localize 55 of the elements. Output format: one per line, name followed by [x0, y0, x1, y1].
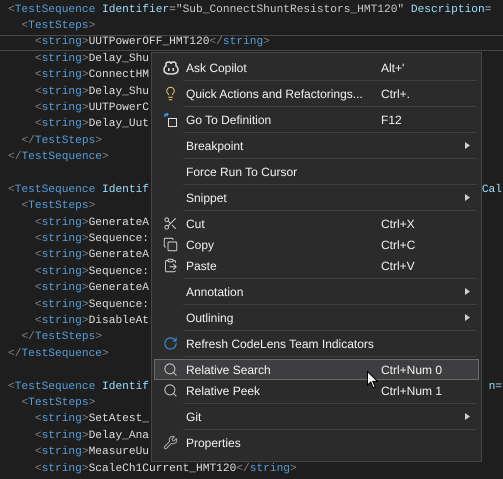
menu-item[interactable]: Breakpoint	[154, 135, 479, 156]
code-line: <string>ScaleCh1Current_HMT120</string>	[34, 464, 297, 475]
copy-icon	[163, 237, 178, 252]
refresh-icon	[163, 336, 178, 351]
menu-item[interactable]: Properties	[154, 432, 479, 453]
code-line: </TestSteps>	[20, 332, 102, 344]
code-line: <string>GenerateA	[34, 283, 150, 294]
code-line: <string>DisableAt	[34, 316, 150, 328]
menu-item[interactable]: Git	[154, 406, 479, 427]
menu-item[interactable]: Quick Actions and Refactorings... Ctrl+.	[154, 83, 479, 104]
code-line: <string>Delay_Shu	[34, 54, 150, 65]
code-line: <TestSequence Identif	[8, 184, 150, 196]
menu-item[interactable]: Relative Search Ctrl+Num 0	[154, 359, 479, 380]
wrench-icon	[163, 435, 178, 450]
code-line: </TestSteps>	[20, 136, 102, 147]
code-line: <string>Delay_Ana	[34, 430, 150, 442]
search-icon	[163, 362, 178, 377]
code-line: <string>Delay_Uut	[34, 119, 150, 131]
code-line: <string>GenerateA	[34, 218, 150, 229]
go-to-definition-icon	[162, 112, 178, 128]
copilot-icon	[162, 60, 178, 74]
menu-item[interactable]: Annotation	[154, 281, 479, 302]
menu-item[interactable]: Snippet	[154, 187, 479, 208]
menu-item[interactable]: Paste Ctrl+V	[154, 255, 479, 276]
code-line-fragment: n=	[488, 382, 503, 393]
code-line: <string>SetAtest_	[34, 414, 150, 426]
code-line: <string>Sequence:	[34, 234, 150, 246]
code-line: <TestSteps>	[20, 20, 96, 32]
code-line: <string>UUTPowerC	[34, 102, 150, 114]
code-line: <TestSteps>	[20, 201, 96, 212]
search-icon	[163, 383, 178, 398]
menu-item[interactable]: Go To Definition F12	[154, 109, 479, 130]
code-line: <string>MeasureUu	[34, 447, 150, 458]
code-line: <string>GenerateA	[34, 250, 150, 262]
menu-item[interactable]: Refresh CodeLens Team Indicators	[154, 333, 479, 354]
menu-item[interactable]: Outlining	[154, 307, 479, 328]
code-line: <TestSteps>	[20, 398, 96, 410]
code-line: <string>Sequence:	[34, 266, 150, 278]
code-line: <string>ConnectHM	[34, 70, 150, 82]
code-line: <TestSequence Identifier="Sub_ConnectShuntResistors_HMT120" Description=	[8, 4, 492, 16]
menu-item[interactable]: Copy Ctrl+C	[154, 234, 479, 255]
mouse-cursor-icon	[367, 371, 379, 389]
code-line: <string>Delay_Shu	[34, 86, 150, 98]
menu-item[interactable]: Relative Peek Ctrl+Num 1	[154, 380, 479, 401]
code-line: <string>Sequence:	[34, 300, 150, 311]
code-line-fragment: Cal	[482, 184, 503, 196]
scissors-icon	[163, 216, 178, 231]
paste-icon	[163, 258, 178, 273]
menu-item[interactable]: Ask Copilot Alt+'	[154, 57, 479, 78]
menu-item[interactable]: Cut Ctrl+X	[154, 213, 479, 234]
code-line: </TestSequence>	[8, 152, 109, 164]
code-line: <string>UUTPowerOFF_HMT120</string>	[34, 37, 270, 49]
code-line: </TestSequence>	[8, 348, 109, 360]
menu-item[interactable]: Force Run To Cursor	[154, 161, 479, 182]
code-line: <TestSequence Identif	[8, 382, 150, 393]
